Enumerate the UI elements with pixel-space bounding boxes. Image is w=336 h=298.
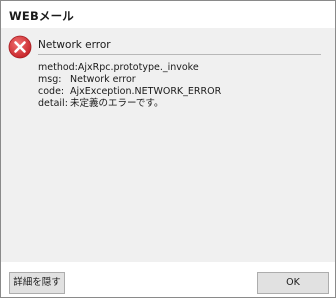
detail-key: detail: <box>38 98 68 109</box>
heading-divider <box>38 54 321 55</box>
title-bar: WEBメール <box>1 1 335 28</box>
error-icon <box>8 35 32 59</box>
hide-details-button[interactable]: 詳細を隠す <box>9 272 65 294</box>
message-area: Network error method:AjxRpc.prototype._i… <box>1 28 335 262</box>
button-bar: 詳細を隠す OK <box>1 262 335 297</box>
detail-value: 未定義のエラーです。 <box>70 98 164 109</box>
window-title: WEBメール <box>9 9 75 23</box>
error-dialog: WEBメール Network error method:AjxRpc.proto… <box>0 0 336 298</box>
ok-button[interactable]: OK <box>257 272 329 294</box>
error-heading: Network error <box>38 39 111 51</box>
